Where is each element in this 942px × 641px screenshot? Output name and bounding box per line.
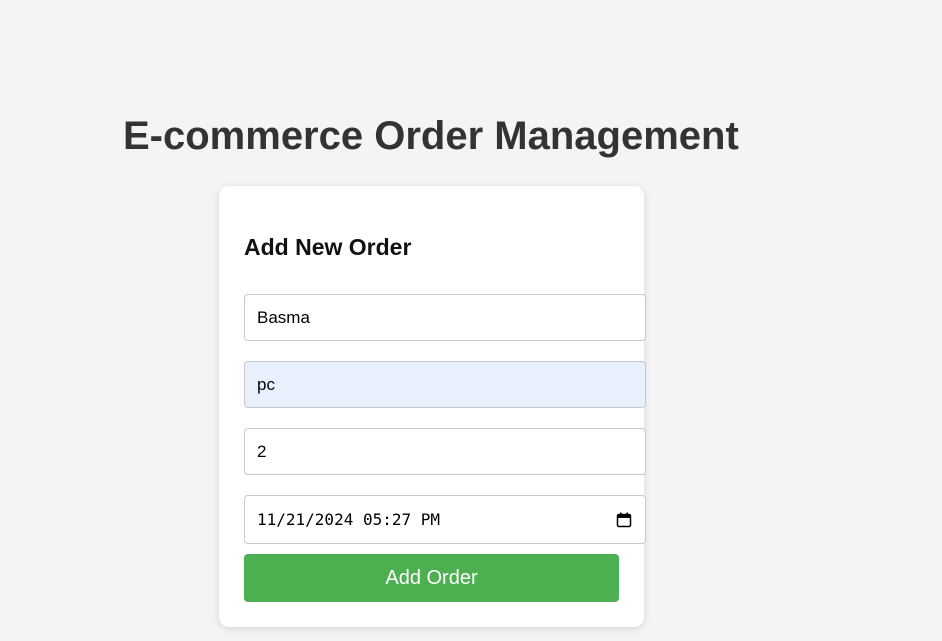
order-datetime-value: 11/21/2024 05:27 PM: [257, 510, 441, 529]
page-title: E-commerce Order Management: [123, 114, 739, 158]
add-order-button[interactable]: Add Order: [244, 554, 619, 602]
form-title: Add New Order: [244, 234, 412, 260]
order-datetime-input[interactable]: 11/21/2024 05:27 PM: [244, 495, 646, 544]
calendar-icon[interactable]: [615, 511, 633, 529]
quantity-input[interactable]: [244, 428, 646, 475]
customer-name-input[interactable]: [244, 294, 646, 341]
add-order-card: Add New Order 11/21/2024 05:27 PM Add Or…: [219, 186, 646, 627]
product-input[interactable]: [244, 361, 646, 408]
